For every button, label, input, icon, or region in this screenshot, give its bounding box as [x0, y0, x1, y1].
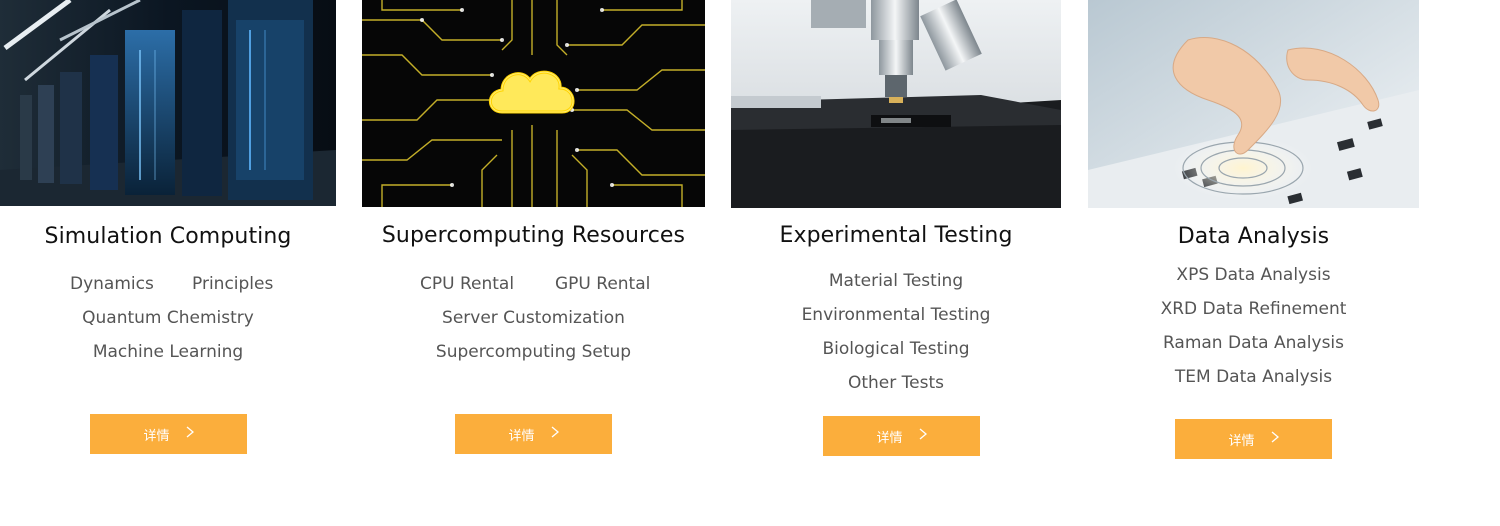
card-title: Simulation Computing [44, 224, 292, 249]
service-card-data-analysis: Data Analysis XPS Data Analysis XRD Data… [1088, 0, 1419, 459]
microscope-illustration [731, 0, 1061, 208]
service-item-supercomputing-setup[interactable]: Supercomputing Setup [362, 342, 705, 362]
service-item-xps-data-analysis[interactable]: XPS Data Analysis [1088, 265, 1419, 285]
chevron-right-icon [1271, 431, 1279, 447]
service-card-supercomputing: Supercomputing Resources CPU Rental GPU … [362, 0, 705, 454]
service-item-xrd-data-refinement[interactable]: XRD Data Refinement [1088, 299, 1419, 319]
keyboard-hand-illustration [1088, 0, 1419, 208]
service-card-experimental: Experimental Testing Material Testing En… [731, 0, 1061, 456]
service-item-environmental-testing[interactable]: Environmental Testing [731, 305, 1061, 325]
service-item-material-testing[interactable]: Material Testing [731, 271, 1061, 291]
circuit-cloud-image[interactable] [362, 0, 705, 207]
details-button[interactable]: 详情 [90, 414, 247, 454]
service-item-gpu-rental[interactable]: GPU Rental [555, 274, 650, 294]
chevron-right-icon [919, 428, 927, 444]
service-item-tem-data-analysis[interactable]: TEM Data Analysis [1088, 367, 1419, 387]
details-button[interactable]: 详情 [455, 414, 612, 454]
details-button[interactable]: 详情 [1175, 419, 1332, 459]
details-button-label: 详情 [143, 428, 170, 444]
service-item-dynamics[interactable]: Dynamics [70, 274, 154, 294]
details-button-label: 详情 [1228, 433, 1255, 449]
card-title: Supercomputing Resources [381, 223, 686, 248]
service-card-simulation: Simulation Computing Dynamics Principles… [0, 0, 336, 454]
details-button[interactable]: 详情 [823, 416, 980, 456]
chevron-right-icon [551, 426, 559, 442]
details-button-label: 详情 [508, 428, 535, 444]
service-item-cpu-rental[interactable]: CPU Rental [420, 274, 514, 294]
service-item-quantum-chemistry[interactable]: Quantum Chemistry [0, 308, 336, 328]
server-room-image[interactable] [0, 0, 336, 206]
service-item-machine-learning[interactable]: Machine Learning [0, 342, 336, 362]
microscope-image[interactable] [731, 0, 1061, 208]
circuit-cloud-illustration [362, 0, 705, 207]
service-item-other-tests[interactable]: Other Tests [731, 373, 1061, 393]
card-title: Data Analysis [1177, 224, 1330, 249]
server-room-illustration [0, 0, 336, 206]
card-title: Experimental Testing [779, 223, 1013, 248]
chevron-right-icon [186, 426, 194, 442]
service-item-biological-testing[interactable]: Biological Testing [731, 339, 1061, 359]
service-item-raman-data-analysis[interactable]: Raman Data Analysis [1088, 333, 1419, 353]
service-item-server-customization[interactable]: Server Customization [362, 308, 705, 328]
service-item-principles[interactable]: Principles [192, 274, 273, 294]
keyboard-hand-image[interactable] [1088, 0, 1419, 208]
details-button-label: 详情 [876, 430, 903, 446]
